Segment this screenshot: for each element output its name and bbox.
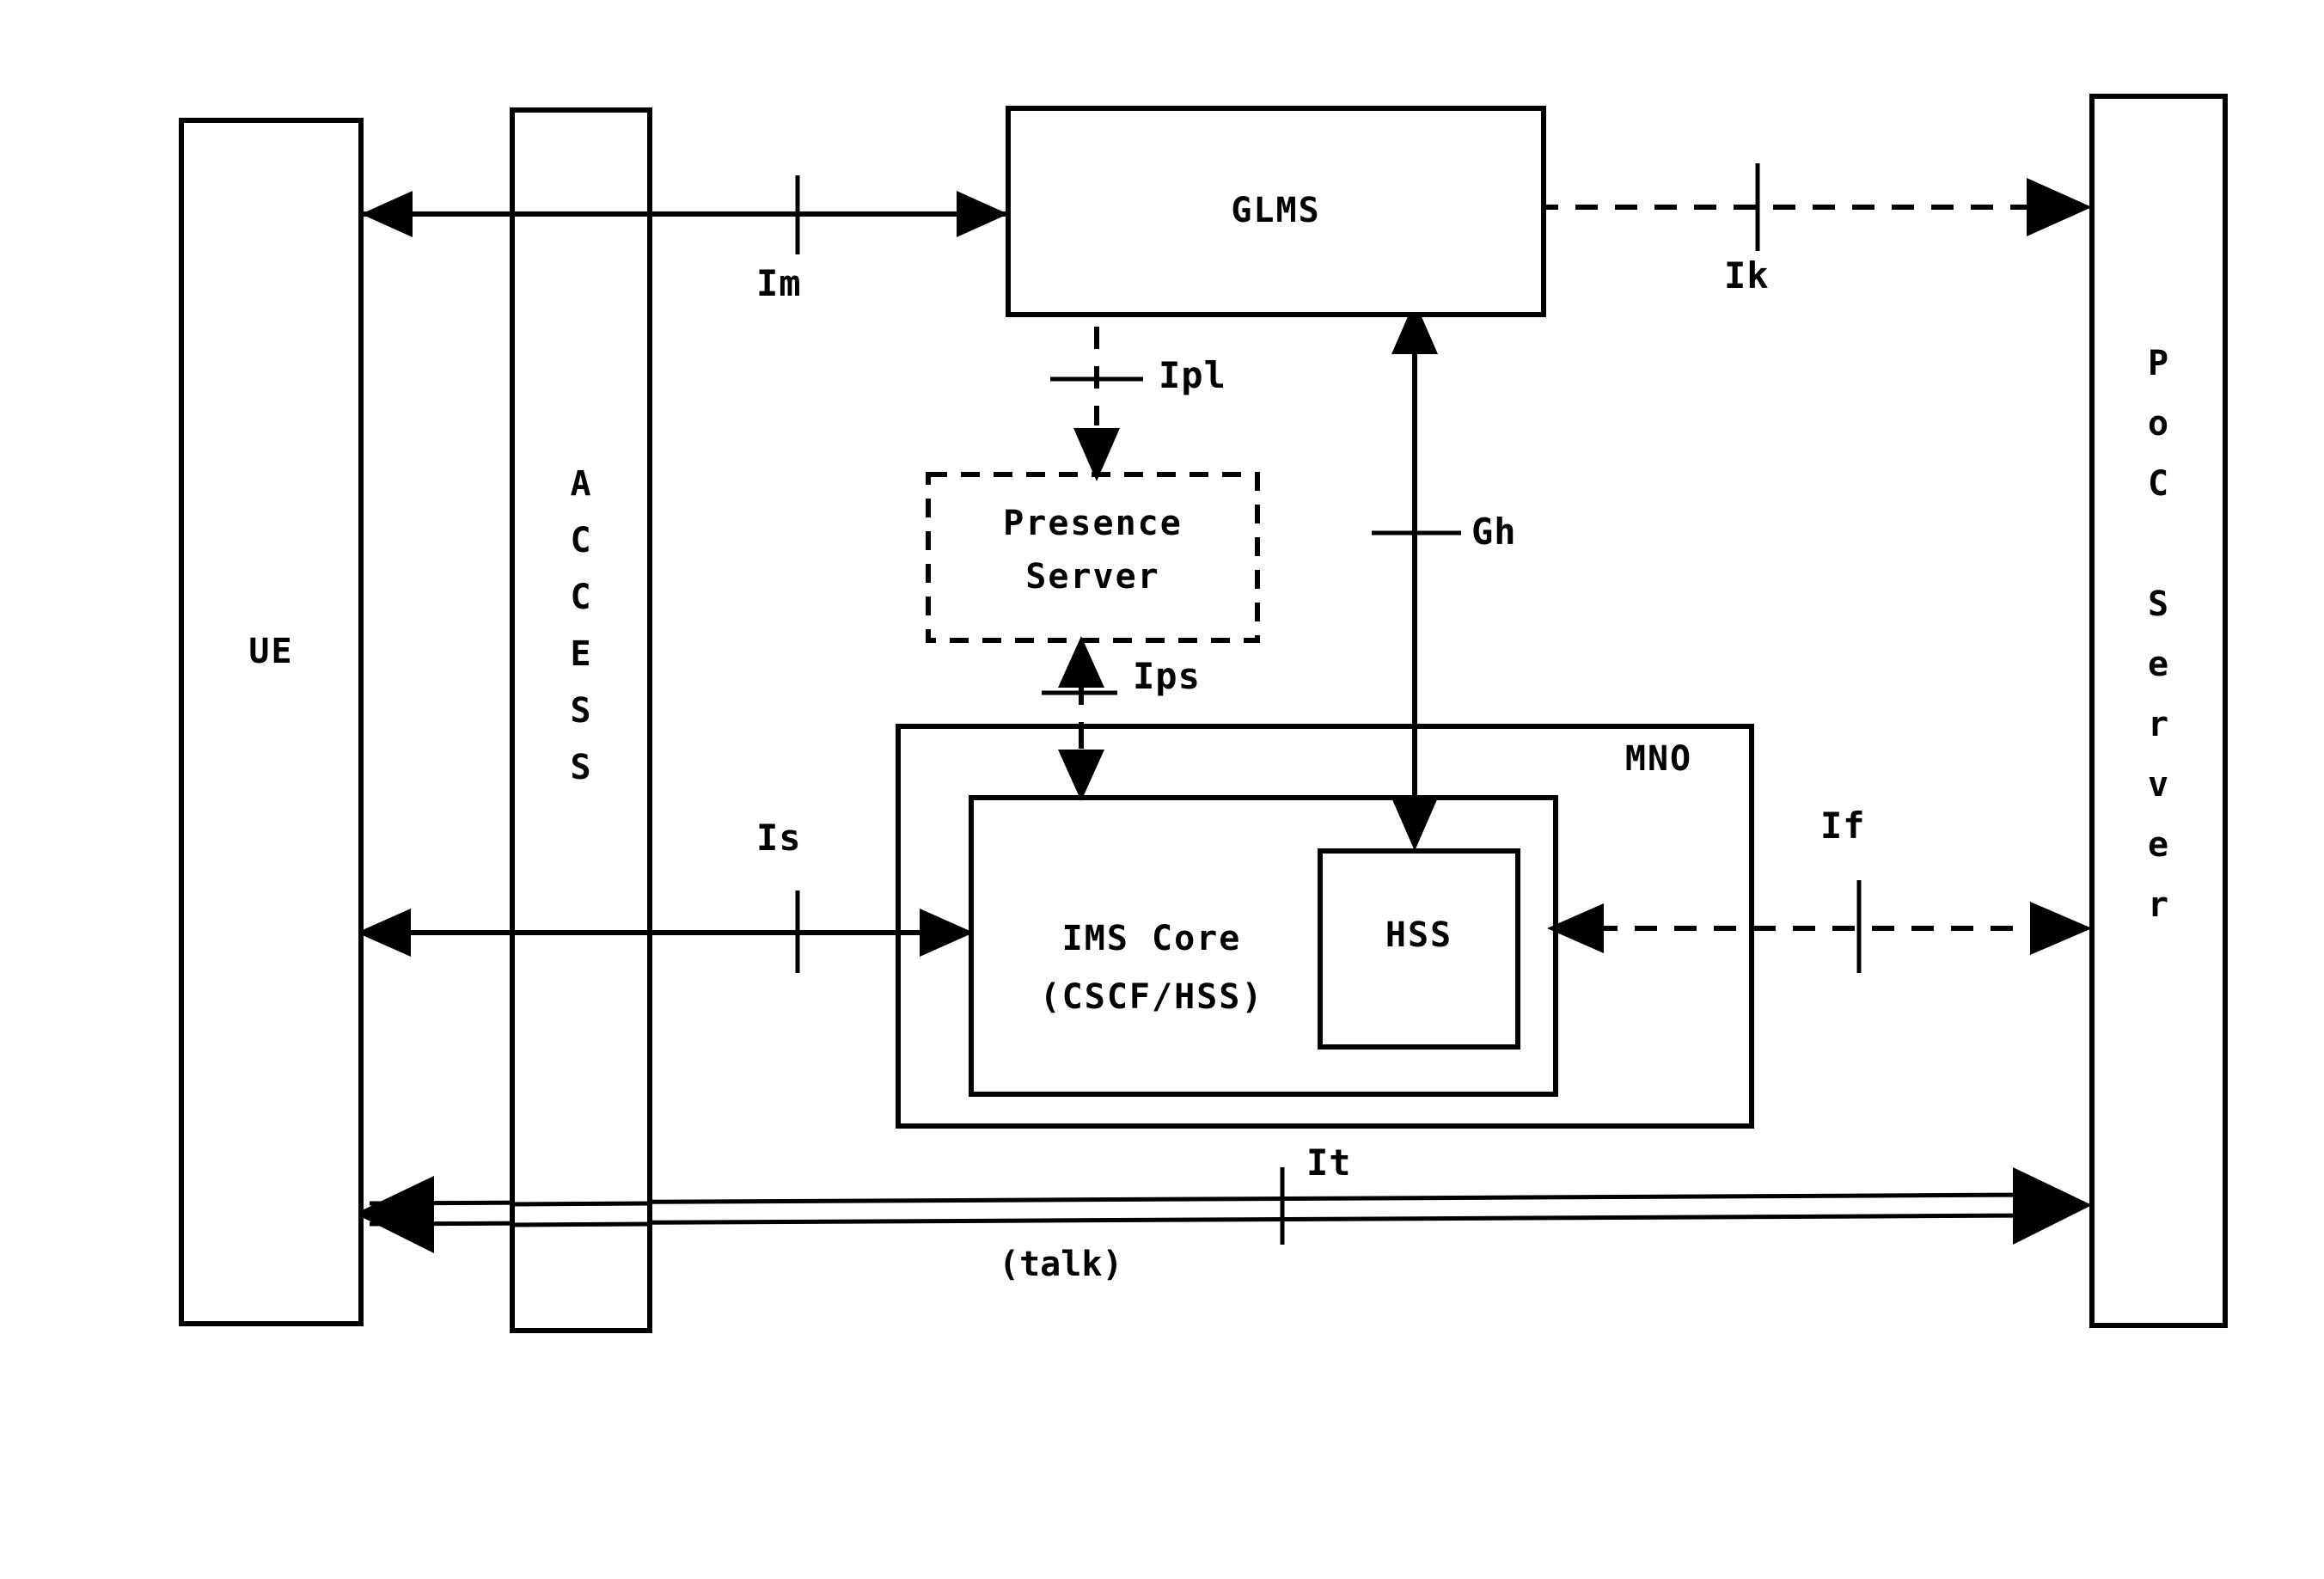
diagram-canvas: UE A C C E S S GLMS Presence Server MNO … (0, 0, 2324, 1579)
access-letter: C (570, 521, 592, 560)
interface-label-is: Is (756, 817, 802, 859)
access-letter: A (570, 464, 592, 504)
access-letter: E (570, 634, 592, 674)
interface-is-line (357, 890, 974, 973)
interface-label-ips: Ips (1133, 655, 1201, 697)
poc-letter: e (2147, 645, 2170, 684)
node-ue-box[interactable] (179, 118, 364, 1326)
node-presence-server-label: Presence Server (928, 497, 1257, 603)
node-mno-label: MNO (1624, 739, 1693, 779)
poc-letter: C (2147, 464, 2170, 504)
node-poc-server-label: P o C S e r v e r (2092, 334, 2225, 935)
interface-label-if: If (1820, 805, 1866, 847)
node-ims-core-label: IMS Core (CSCF/HSS) (980, 909, 1324, 1026)
poc-letter: r (2147, 885, 2170, 925)
node-access-label: A C C E S S (512, 456, 650, 796)
interface-label-im: Im (756, 262, 802, 304)
interface-label-gh: Gh (1471, 511, 1517, 553)
node-ue-label: UE (248, 632, 294, 671)
access-letter: S (570, 748, 592, 787)
interface-label-talk: (talk) (999, 1245, 1123, 1284)
architecture-diagram (179, 94, 2228, 1333)
poc-letter: P (2147, 344, 2170, 383)
poc-letter: o (2147, 404, 2170, 444)
access-letter: C (570, 578, 592, 617)
poc-letter: S (2147, 584, 2170, 624)
interface-label-ik: Ik (1724, 254, 1770, 297)
presence-server-line2: Server (1025, 557, 1160, 597)
poc-letter: r (2147, 705, 2170, 744)
node-glms-label: GLMS (1231, 191, 1321, 230)
ims-core-line1: IMS Core (1061, 919, 1242, 958)
poc-letter: v (2147, 765, 2170, 805)
poc-letter: e (2147, 825, 2170, 865)
interface-label-ipl: Ipl (1159, 354, 1226, 396)
poc-letter-gap (2092, 514, 2225, 574)
access-letter: S (570, 691, 592, 731)
presence-server-line1: Presence (1003, 504, 1183, 543)
node-hss-label: HSS (1385, 915, 1453, 955)
interface-label-it: It (1306, 1141, 1352, 1184)
ims-core-line2: (CSCF/HSS) (1039, 977, 1264, 1017)
interface-im-glms-head (957, 191, 1008, 237)
interface-im-line (361, 175, 1008, 254)
